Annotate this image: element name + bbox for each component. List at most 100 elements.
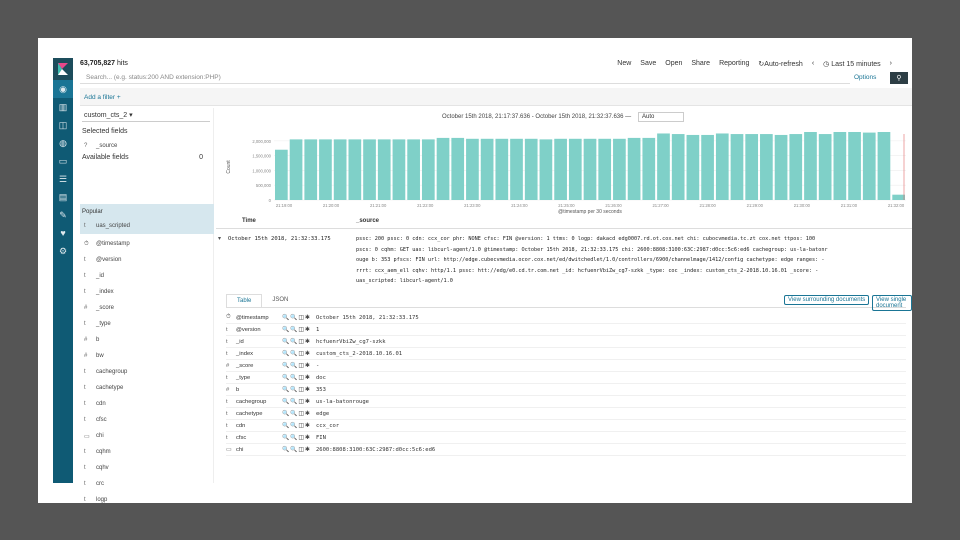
filter-actions-icon[interactable]: 🔍🔍◫✱ <box>282 351 316 357</box>
field-item[interactable]: t cqhv <box>82 460 214 476</box>
add-filter-link[interactable]: Add a filter + <box>84 94 121 101</box>
filter-actions-icon[interactable]: 🔍🔍◫✱ <box>282 339 316 345</box>
histogram-bar[interactable] <box>275 149 288 200</box>
timelion-icon[interactable]: ◍ <box>53 134 73 152</box>
field-item[interactable]: t _index <box>82 284 214 300</box>
histogram-bar[interactable] <box>304 139 318 200</box>
options-link[interactable]: Options <box>854 74 876 81</box>
field-item[interactable]: t _type <box>82 316 214 332</box>
tab-table[interactable]: Table <box>226 294 263 308</box>
field-item[interactable]: ▭ chi <box>82 428 214 444</box>
histogram-bar[interactable] <box>451 137 465 200</box>
time-prev-button[interactable]: ‹ <box>812 60 814 68</box>
histogram-chart[interactable]: 0 500,000 1,000,000 1,500,000 2,000,000 Count… <box>216 130 912 214</box>
histogram-bar[interactable] <box>554 138 567 200</box>
auto-refresh-button[interactable]: ↻Auto-refresh <box>758 60 802 68</box>
histogram-bar[interactable] <box>407 139 420 200</box>
filter-actions-icon[interactable]: 🔍🔍◫✱ <box>282 363 316 369</box>
field-item[interactable]: t cdn <box>82 396 214 412</box>
histogram-bar[interactable] <box>730 134 744 200</box>
field-item[interactable]: t crc <box>82 476 214 492</box>
field-item[interactable]: t cqhm <box>82 444 214 460</box>
filter-actions-icon[interactable]: 🔍🔍◫✱ <box>282 423 316 429</box>
reporting-button[interactable]: Reporting <box>719 60 749 68</box>
histogram-bar[interactable] <box>495 138 509 200</box>
histogram-bar[interactable] <box>436 137 450 200</box>
histogram-bar[interactable] <box>319 139 332 200</box>
histogram-bar[interactable] <box>583 138 597 200</box>
gear-icon[interactable]: ⚙ <box>53 242 73 260</box>
field-item[interactable]: t cfsc <box>82 412 214 428</box>
histogram-bar[interactable] <box>363 139 376 200</box>
field-item[interactable]: t @version <box>82 252 214 268</box>
histogram-bar[interactable] <box>392 139 406 200</box>
histogram-bar[interactable] <box>862 132 876 200</box>
col-header-source[interactable]: _source <box>356 218 379 224</box>
histogram-bar[interactable] <box>377 139 391 200</box>
visualize-icon[interactable]: ▥ <box>53 98 73 116</box>
search-button[interactable]: ⚲ <box>890 72 908 84</box>
dashboard-icon[interactable]: ◫ <box>53 116 73 134</box>
histogram-bar[interactable] <box>642 137 656 200</box>
share-button[interactable]: Share <box>691 60 710 68</box>
field-item[interactable]: t cachetype <box>82 380 214 396</box>
filter-actions-icon[interactable]: 🔍🔍◫✱ <box>282 399 316 405</box>
field-item[interactable]: # b <box>82 332 214 348</box>
field-item[interactable]: ⏱ @timestamp <box>82 236 214 252</box>
monitoring-icon[interactable]: ▤ <box>53 188 73 206</box>
wrench-icon[interactable]: ✎ <box>53 206 73 224</box>
histogram-bar[interactable] <box>510 138 523 200</box>
index-pattern-select[interactable]: custom_cts_2 ▾ <box>82 110 210 122</box>
filter-actions-icon[interactable]: 🔍🔍◫✱ <box>282 435 316 441</box>
field-item[interactable]: # bw <box>82 348 214 364</box>
histogram-bar[interactable] <box>524 138 538 200</box>
histogram-bar[interactable] <box>466 138 479 200</box>
save-button[interactable]: Save <box>640 60 656 68</box>
filter-actions-icon[interactable]: 🔍🔍◫✱ <box>282 315 316 321</box>
field-item[interactable]: ? _source <box>82 138 214 154</box>
histogram-bar[interactable] <box>671 134 685 200</box>
histogram-bar[interactable] <box>745 134 759 200</box>
histogram-bar[interactable] <box>348 139 362 200</box>
field-item[interactable]: # _score <box>82 300 214 316</box>
time-next-button[interactable]: › <box>890 60 892 68</box>
filter-actions-icon[interactable]: 🔍🔍◫✱ <box>282 447 316 453</box>
interval-select[interactable]: Auto <box>638 112 684 122</box>
histogram-bar[interactable] <box>657 133 670 200</box>
histogram-bar[interactable] <box>598 138 612 200</box>
histogram-bar[interactable] <box>715 133 729 200</box>
histogram-bar[interactable] <box>760 134 773 200</box>
field-item[interactable]: t logp <box>82 492 214 503</box>
kibana-logo-icon[interactable] <box>53 58 73 80</box>
field-item[interactable]: t cachegroup <box>82 364 214 380</box>
apm-icon[interactable]: ☰ <box>53 170 73 188</box>
histogram-bar[interactable] <box>568 138 582 200</box>
heartbeat-icon[interactable]: ♥ <box>53 224 73 242</box>
histogram-bar[interactable] <box>804 131 817 200</box>
field-item[interactable]: t _id <box>82 268 214 284</box>
histogram-bar[interactable] <box>789 134 803 200</box>
new-button[interactable]: New <box>617 60 631 68</box>
histogram-bar[interactable] <box>892 194 905 200</box>
field-item[interactable]: t uas_scripted <box>82 218 214 234</box>
filter-actions-icon[interactable]: 🔍🔍◫✱ <box>282 387 316 393</box>
dev-tools-icon[interactable]: ▭ <box>53 152 73 170</box>
histogram-bar[interactable] <box>613 138 626 200</box>
tab-json[interactable]: JSON <box>262 294 298 308</box>
time-picker-button[interactable]: ◷ Last 15 minutes <box>823 60 880 68</box>
histogram-bar[interactable] <box>877 131 891 200</box>
histogram-bar[interactable] <box>686 134 700 200</box>
histogram-bar[interactable] <box>539 139 553 200</box>
histogram-bar[interactable] <box>818 134 832 200</box>
filter-actions-icon[interactable]: 🔍🔍◫✱ <box>282 411 316 417</box>
histogram-bar[interactable] <box>833 131 847 200</box>
collapse-chevron-icon[interactable]: ▾ <box>218 235 221 242</box>
discover-icon[interactable]: ◉ <box>53 80 73 98</box>
histogram-bar[interactable] <box>480 138 494 200</box>
histogram-bar[interactable] <box>627 137 641 200</box>
histogram-bar[interactable] <box>333 139 347 200</box>
histogram-bar[interactable] <box>848 131 861 200</box>
search-input[interactable]: Search... (e.g. status:200 AND extension… <box>80 72 850 84</box>
view-surrounding-documents-link[interactable]: View surrounding documents <box>784 295 870 305</box>
histogram-bar[interactable] <box>701 134 714 200</box>
